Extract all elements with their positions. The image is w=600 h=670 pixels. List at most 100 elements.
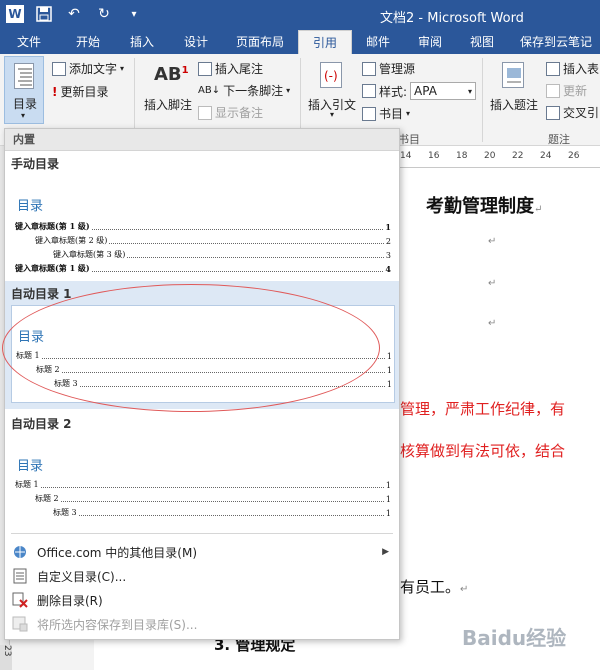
toc-preview-title: 目录 [17,199,44,214]
save-gallery-icon [11,616,29,632]
insert-endnote-button[interactable]: 插入尾注 [198,60,263,77]
redo-icon[interactable]: ↻ [94,4,114,24]
auto-toc-2-label: 自动目录 2 [11,417,72,431]
toc-preview-line: 标题 31 [53,508,391,518]
toc-preview-line: 标题 21 [36,365,392,375]
insert-caption-button[interactable]: 插入题注 [488,56,540,124]
toc-preview-line: 标题 11 [16,351,392,361]
footnote-icon: AB1 [154,64,189,85]
captions-group-label: 题注 [548,133,570,146]
custom-toc-item[interactable]: 自定义目录(C)... [5,565,399,587]
toc-preview-line: 键入章标题(第 1 级) 4 [15,263,391,274]
tab-layout[interactable]: 页面布局 [226,30,294,54]
manage-sources-label: 管理源 [379,62,416,76]
paragraph-mark: ↵ [534,204,543,215]
divider [482,58,483,142]
insert-citation-button[interactable]: (-) 插入引文 ▾ [306,56,360,124]
chevron-down-icon: ▾ [330,110,335,119]
window-title: 文档2 - Microsoft Word [380,11,524,26]
menu-divider [11,533,393,534]
update-table-icon [546,83,560,98]
remove-toc-item[interactable]: 删除目录(R) [5,589,399,611]
ribbon-tabs: 文件 开始 插入 设计 页面布局 引用 邮件 审阅 视图 保存到云笔记 [0,30,600,54]
bibliography-label: 书目 [379,107,404,121]
toc-preview-line: 键入章标题(第 3 级) 3 [53,250,391,260]
show-notes-label: 显示备注 [215,106,264,120]
document-heading-text: 考勤管理制度 [426,196,534,217]
undo-icon[interactable]: ↶ [64,4,84,24]
insert-footnote-button[interactable]: AB1 插入脚注 [142,56,192,124]
tab-review[interactable]: 审阅 [408,30,452,54]
paragraph-mark: ↵ [488,278,497,289]
toc-button[interactable]: 目录 ▾ [4,56,44,124]
tab-file[interactable]: 文件 [0,30,58,54]
menu-header: 内置 [5,129,399,151]
auto-toc-1-option[interactable]: 目录 标题 11 标题 21 标题 31 [11,305,395,403]
footnote-sup: 1 [181,65,189,76]
toc-preview-line: 键入章标题(第 2 级) 2 [35,236,391,246]
citation-icon: (-) [320,62,342,88]
add-text-button[interactable]: 添加文字 ▾ [52,60,124,77]
manage-sources-icon [362,61,376,76]
tab-design[interactable]: 设计 [170,30,222,54]
insert-table-figures-button[interactable]: 插入表 [546,60,599,77]
style-value: APA [414,84,437,98]
cross-reference-label: 交叉引 [563,106,600,120]
save-selection-to-gallery-item[interactable]: 将所选内容保存到目录库(S)... [5,613,399,635]
auto-toc-2-option[interactable]: 目录 标题 11 标题 21 标题 31 [11,435,395,533]
toc-button-label: 目录 [13,97,38,111]
next-footnote-button[interactable]: AB↓ 下一条脚注 ▾ [198,82,290,99]
show-notes-button[interactable]: 显示备注 [198,104,263,121]
paragraph-mark: ↵ [488,236,497,247]
tab-home[interactable]: 开始 [62,30,114,54]
save-selection-to-gallery-label: 将所选内容保存到目录库(S)... [37,617,198,632]
add-text-label: 添加文字 [69,62,118,76]
insert-caption-label: 插入题注 [490,98,539,112]
manage-sources-button[interactable]: 管理源 [362,60,415,77]
toc-gallery-menu: 内置 手动目录 目录 键入章标题(第 1 级) 1 键入章标题(第 2 级) 2 键… [4,128,400,640]
title-bar: W ↶ ↻ ▾ 文档2 - Microsoft Word [0,0,600,30]
tab-insert[interactable]: 插入 [116,30,168,54]
word-icon[interactable]: W [6,5,24,23]
tab-cloud-notes[interactable]: 保存到云笔记 [512,30,600,54]
style-label: 样式: [379,84,408,99]
update-table-button[interactable]: 更新 [546,82,587,99]
tab-view[interactable]: 视图 [460,30,504,54]
style-dropdown[interactable]: APA ▾ [410,82,477,100]
footnote-glyph: AB [154,64,182,85]
caption-icon [502,62,524,88]
style-icon [362,84,376,98]
tab-mailings[interactable]: 邮件 [356,30,400,54]
remove-toc-label: 删除目录(R) [37,593,103,608]
insert-table-figures-label: 插入表 [563,62,600,76]
chevron-down-icon: ▾ [406,109,411,118]
body-text-red[interactable]: 核算做到有法可依，结合 [400,440,565,461]
body-text-red[interactable]: 管理，严肃工作纪律，有 [400,398,565,419]
custom-toc-icon [11,568,29,584]
office-globe-icon [11,544,29,560]
update-table-label: 更新 [563,84,588,98]
cross-reference-icon [546,105,560,120]
toc-preview-line: 键入章标题(第 1 级) 1 [15,221,391,232]
document-heading[interactable]: 考勤管理制度↵ [426,192,542,218]
quick-access-toolbar: W ↶ ↻ ▾ [6,4,144,24]
body-text[interactable]: 有员工。↵ [400,576,468,597]
ruler-tick: 18 [456,151,468,161]
save-icon[interactable] [34,4,54,24]
chevron-down-icon: ▾ [120,64,125,73]
show-notes-icon [198,105,212,120]
cross-reference-button[interactable]: 交叉引 [546,104,599,121]
more-toc-office-item[interactable]: Office.com 中的其他目录(M) ▶ [5,541,399,563]
insert-endnote-label: 插入尾注 [215,62,264,76]
paragraph-mark: ↵ [460,584,469,595]
baidu-watermark: Baidu经验 [462,626,567,650]
tab-references[interactable]: 引用 [298,30,352,54]
next-footnote-icon: AB↓ [198,85,221,96]
manual-toc-option[interactable]: 目录 键入章标题(第 1 级) 1 键入章标题(第 2 级) 2 键入章标题(第 3… [11,177,395,277]
update-toc-button[interactable]: ! 更新目录 [52,83,109,100]
auto-toc-1-label: 自动目录 1 [11,287,72,301]
customize-icon[interactable]: ▾ [124,4,144,24]
endnote-icon [198,61,212,76]
page-number: 23 [0,645,12,670]
bibliography-button[interactable]: 书目 ▾ [362,105,410,122]
